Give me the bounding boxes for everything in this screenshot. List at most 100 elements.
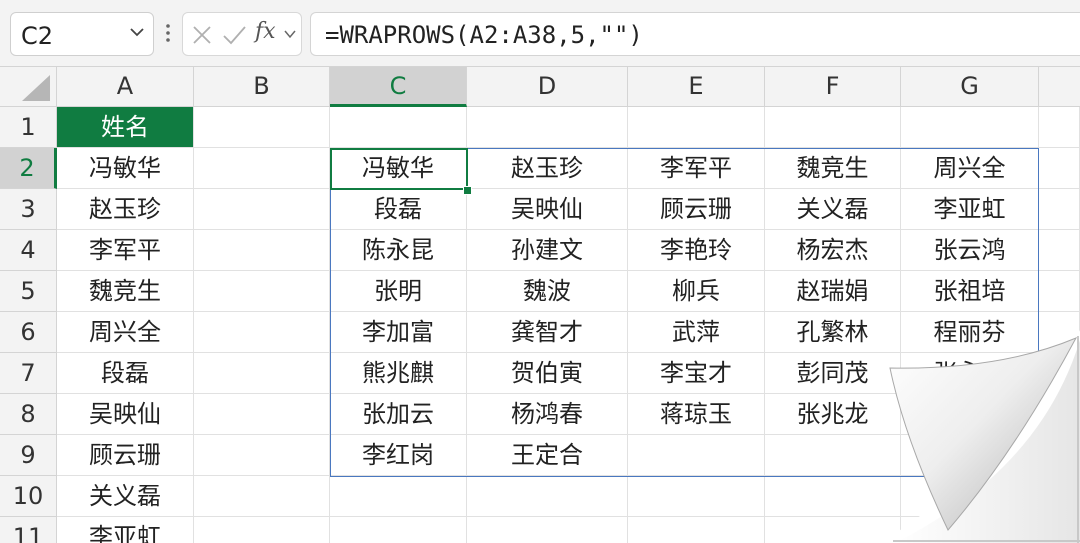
name-cell[interactable]: 李亚虹 bbox=[57, 517, 194, 543]
spill-cell[interactable]: 张明 bbox=[330, 271, 467, 312]
spill-cell[interactable]: 孔繁林 bbox=[765, 312, 901, 353]
spill-cell[interactable]: 赵瑞娟 bbox=[765, 271, 901, 312]
cell[interactable] bbox=[901, 394, 1039, 435]
spill-cell[interactable]: 段磊 bbox=[330, 189, 467, 230]
spill-cell[interactable]: 冯敏华 bbox=[330, 148, 467, 189]
cell[interactable] bbox=[1039, 230, 1080, 271]
spill-cell[interactable]: 张兆龙 bbox=[765, 394, 901, 435]
name-cell[interactable]: 关义磊 bbox=[57, 476, 194, 517]
cell[interactable] bbox=[901, 476, 1039, 517]
spill-cell[interactable]: 周兴全 bbox=[901, 148, 1039, 189]
cell[interactable] bbox=[1039, 189, 1080, 230]
cell[interactable] bbox=[194, 271, 330, 312]
spill-cell[interactable]: 李艳玲 bbox=[628, 230, 765, 271]
cell[interactable] bbox=[194, 312, 330, 353]
cell[interactable] bbox=[194, 189, 330, 230]
cell[interactable] bbox=[628, 435, 765, 476]
spill-cell[interactable]: 吴映仙 bbox=[467, 189, 628, 230]
spill-cell[interactable]: 魏波 bbox=[467, 271, 628, 312]
cell[interactable] bbox=[194, 148, 330, 189]
cell[interactable] bbox=[467, 107, 628, 148]
row-header-9[interactable]: 9 bbox=[0, 435, 57, 476]
row-header-1[interactable]: 1 bbox=[0, 107, 57, 148]
chevron-down-icon[interactable] bbox=[283, 27, 297, 41]
more-options-icon[interactable] bbox=[164, 18, 172, 48]
cell[interactable] bbox=[194, 107, 330, 148]
cell[interactable] bbox=[765, 517, 901, 543]
name-cell[interactable]: 段磊 bbox=[57, 353, 194, 394]
spill-cell[interactable]: 张祖培 bbox=[901, 271, 1039, 312]
cell[interactable] bbox=[194, 517, 330, 543]
spill-cell[interactable]: 龚智才 bbox=[467, 312, 628, 353]
column-header-partial[interactable] bbox=[1039, 67, 1080, 107]
cell[interactable] bbox=[194, 476, 330, 517]
name-cell[interactable]: 李军平 bbox=[57, 230, 194, 271]
name-box[interactable]: C2 bbox=[10, 12, 154, 56]
column-header-a[interactable]: A bbox=[57, 67, 194, 107]
header-cell[interactable]: 姓名 bbox=[57, 107, 194, 148]
row-header-5[interactable]: 5 bbox=[0, 271, 57, 312]
check-icon[interactable] bbox=[221, 22, 247, 48]
name-cell[interactable]: 冯敏华 bbox=[57, 148, 194, 189]
cell[interactable] bbox=[628, 476, 765, 517]
row-header-10[interactable]: 10 bbox=[0, 476, 57, 517]
cell[interactable] bbox=[1039, 271, 1080, 312]
cell[interactable] bbox=[1039, 353, 1080, 394]
column-header-b[interactable]: B bbox=[194, 67, 330, 107]
row-header-7[interactable]: 7 bbox=[0, 353, 57, 394]
spill-cell[interactable]: 杨宏杰 bbox=[765, 230, 901, 271]
spill-cell[interactable]: 张云鸿 bbox=[901, 230, 1039, 271]
spill-cell[interactable]: 李军平 bbox=[628, 148, 765, 189]
cell[interactable] bbox=[330, 476, 467, 517]
name-cell[interactable]: 魏竞生 bbox=[57, 271, 194, 312]
column-header-f[interactable]: F bbox=[765, 67, 901, 107]
name-cell[interactable]: 顾云珊 bbox=[57, 435, 194, 476]
column-header-e[interactable]: E bbox=[628, 67, 765, 107]
chevron-down-icon[interactable] bbox=[129, 24, 145, 40]
cell[interactable] bbox=[1039, 394, 1080, 435]
spill-cell[interactable]: 彭同茂 bbox=[765, 353, 901, 394]
fill-handle[interactable] bbox=[463, 186, 472, 195]
cell[interactable] bbox=[901, 517, 1039, 543]
cell[interactable] bbox=[765, 476, 901, 517]
spill-cell[interactable]: 柳兵 bbox=[628, 271, 765, 312]
row-header-3[interactable]: 3 bbox=[0, 189, 57, 230]
name-cell[interactable]: 吴映仙 bbox=[57, 394, 194, 435]
formula-input[interactable]: =WRAPROWS(A2:A38,5,"") bbox=[310, 12, 1080, 56]
name-cell[interactable]: 赵玉珍 bbox=[57, 189, 194, 230]
cell[interactable] bbox=[1039, 148, 1080, 189]
spill-cell[interactable]: 顾云珊 bbox=[628, 189, 765, 230]
cell[interactable] bbox=[628, 517, 765, 543]
spill-cell[interactable]: 李宝才 bbox=[628, 353, 765, 394]
cell[interactable] bbox=[901, 107, 1039, 148]
row-header-11[interactable]: 11 bbox=[0, 517, 57, 543]
select-all-corner[interactable] bbox=[0, 67, 57, 107]
column-header-c[interactable]: C bbox=[330, 67, 467, 107]
cell[interactable] bbox=[194, 394, 330, 435]
close-icon[interactable] bbox=[189, 22, 215, 48]
column-header-g[interactable]: G bbox=[901, 67, 1039, 107]
spill-cell[interactable]: 关义磊 bbox=[765, 189, 901, 230]
insert-function-icon[interactable]: fx bbox=[255, 19, 276, 44]
spill-cell[interactable]: 赵玉珍 bbox=[467, 148, 628, 189]
spill-cell[interactable]: 武萍 bbox=[628, 312, 765, 353]
cell[interactable] bbox=[628, 107, 765, 148]
spill-cell[interactable]: 张永库 bbox=[901, 353, 1039, 394]
spill-cell[interactable]: 贺伯寅 bbox=[467, 353, 628, 394]
spill-cell[interactable]: 王定合 bbox=[467, 435, 628, 476]
cell[interactable] bbox=[901, 435, 1039, 476]
cell[interactable] bbox=[1039, 312, 1080, 353]
spill-cell[interactable]: 李红岗 bbox=[330, 435, 467, 476]
cell[interactable] bbox=[765, 435, 901, 476]
spill-cell[interactable]: 李加富 bbox=[330, 312, 467, 353]
cell[interactable] bbox=[467, 517, 628, 543]
row-header-6[interactable]: 6 bbox=[0, 312, 57, 353]
spill-cell[interactable]: 孙建文 bbox=[467, 230, 628, 271]
cell[interactable] bbox=[1039, 435, 1080, 476]
spill-cell[interactable]: 陈永昆 bbox=[330, 230, 467, 271]
cell[interactable] bbox=[1039, 107, 1080, 148]
cell[interactable] bbox=[330, 517, 467, 543]
cell[interactable] bbox=[194, 435, 330, 476]
cell[interactable] bbox=[330, 107, 467, 148]
cell[interactable] bbox=[194, 230, 330, 271]
